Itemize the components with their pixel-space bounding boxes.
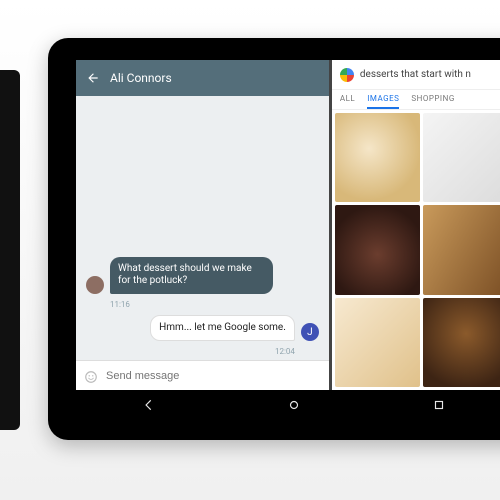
outgoing-timestamp: 12:04	[275, 347, 295, 356]
search-app-pane: desserts that start with n ALL IMAGES SH…	[332, 60, 500, 390]
split-screen: Ali Connors What dessert should we make …	[76, 60, 500, 390]
chat-header: Ali Connors	[76, 60, 329, 96]
image-results-grid	[332, 110, 500, 390]
image-result[interactable]	[335, 113, 421, 202]
tablet-device: Ali Connors What dessert should we make …	[48, 38, 500, 440]
contact-avatar[interactable]	[86, 276, 104, 294]
incoming-timestamp: 11:16	[110, 300, 130, 309]
image-result[interactable]	[335, 298, 421, 387]
nav-recent-icon[interactable]	[432, 397, 446, 411]
image-result[interactable]	[423, 298, 500, 387]
message-row-incoming: What dessert should we make for the potl…	[86, 257, 319, 294]
tab-all[interactable]: ALL	[340, 94, 355, 109]
message-timestamp-row: 11:16	[86, 300, 319, 309]
android-navbar	[76, 390, 500, 418]
tab-shopping[interactable]: SHOPPING	[411, 94, 454, 109]
message-row-outgoing: Hmm... let me Google some. J	[86, 315, 319, 342]
compose-input[interactable]	[106, 370, 321, 382]
image-result[interactable]	[423, 113, 500, 202]
compose-bar	[76, 360, 329, 390]
search-bar[interactable]: desserts that start with n	[332, 60, 500, 90]
google-logo-icon	[340, 68, 354, 82]
back-arrow-icon[interactable]	[86, 71, 100, 85]
search-query-text: desserts that start with n	[360, 69, 500, 80]
chat-body: What dessert should we make for the potl…	[76, 96, 329, 360]
tablet-screen: Ali Connors What dessert should we make …	[76, 60, 500, 418]
phone-edge	[0, 70, 20, 430]
outgoing-message-bubble[interactable]: Hmm... let me Google some.	[150, 315, 295, 342]
message-timestamp-row: 12:04	[86, 347, 319, 356]
tab-images[interactable]: IMAGES	[367, 94, 399, 109]
chat-app-pane: Ali Connors What dessert should we make …	[76, 60, 329, 390]
emoji-icon[interactable]	[84, 369, 98, 383]
incoming-message-bubble[interactable]: What dessert should we make for the potl…	[110, 257, 273, 294]
image-result[interactable]	[423, 205, 500, 294]
chat-contact-name: Ali Connors	[110, 71, 172, 85]
nav-home-icon[interactable]	[287, 397, 301, 411]
self-avatar[interactable]: J	[301, 323, 319, 341]
nav-back-icon[interactable]	[142, 397, 156, 411]
image-result[interactable]	[335, 205, 421, 294]
search-tabs: ALL IMAGES SHOPPING	[332, 90, 500, 110]
